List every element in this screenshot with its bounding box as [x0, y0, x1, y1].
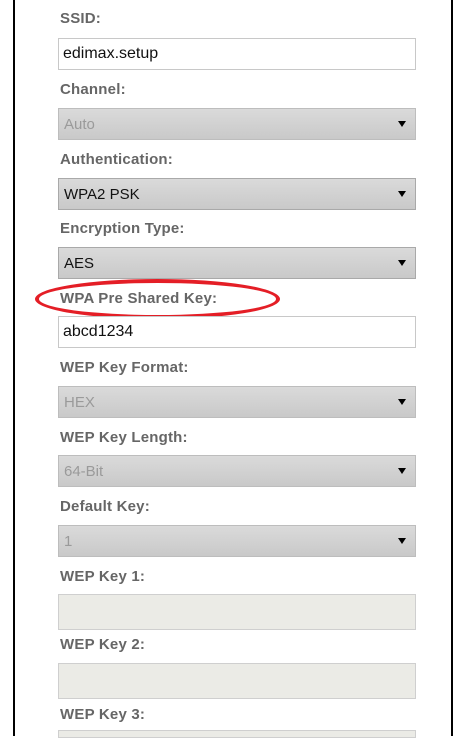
encryption-value: AES — [64, 255, 95, 272]
wpa-key-label: WPA Pre Shared Key: — [60, 290, 218, 307]
wep-length-label: WEP Key Length: — [60, 429, 188, 446]
wep-key1-label: WEP Key 1: — [60, 568, 146, 585]
dropdown-arrow-icon — [398, 260, 406, 266]
dropdown-arrow-icon — [398, 191, 406, 197]
authentication-value: WPA2 PSK — [64, 186, 140, 203]
channel-label: Channel: — [60, 81, 126, 98]
wep-format-select[interactable]: HEX — [58, 386, 416, 418]
wpa-key-input[interactable]: abcd1234 — [58, 316, 416, 348]
ssid-input[interactable]: edimax.setup — [58, 38, 416, 70]
encryption-label: Encryption Type: — [60, 220, 185, 237]
wep-key3-label: WEP Key 3: — [60, 706, 146, 723]
dropdown-arrow-icon — [398, 468, 406, 474]
wep-format-value: HEX — [64, 394, 95, 411]
wep-key2-label: WEP Key 2: — [60, 636, 146, 653]
authentication-select[interactable]: WPA2 PSK — [58, 178, 416, 210]
ssid-label: SSID: — [60, 10, 102, 27]
encryption-select[interactable]: AES — [58, 247, 416, 279]
wep-key1-input[interactable] — [58, 594, 416, 630]
channel-select[interactable]: Auto — [58, 108, 416, 140]
authentication-label: Authentication: — [60, 151, 173, 168]
wep-key3-input[interactable] — [58, 730, 416, 738]
wep-key2-input[interactable] — [58, 663, 416, 699]
dropdown-arrow-icon — [398, 399, 406, 405]
default-key-value: 1 — [64, 533, 73, 550]
wep-length-value: 64-Bit — [64, 463, 104, 480]
default-key-select[interactable]: 1 — [58, 525, 416, 557]
dropdown-arrow-icon — [398, 538, 406, 544]
channel-value: Auto — [64, 116, 95, 133]
wep-length-select[interactable]: 64-Bit — [58, 455, 416, 487]
default-key-label: Default Key: — [60, 498, 150, 515]
dropdown-arrow-icon — [398, 121, 406, 127]
wep-format-label: WEP Key Format: — [60, 359, 189, 376]
